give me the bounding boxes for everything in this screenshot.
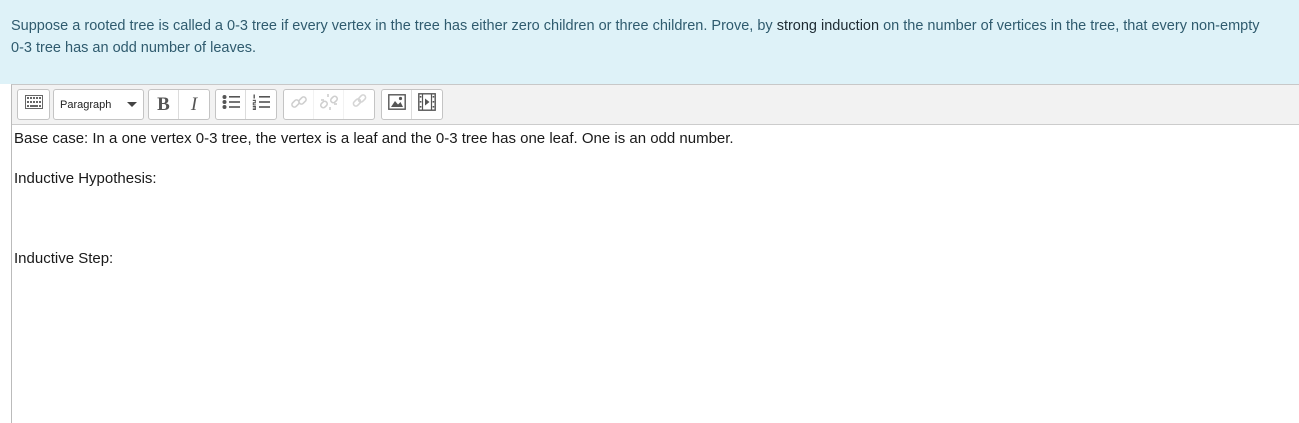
media-icon [418,93,436,116]
bullet-list-icon [222,94,240,115]
inductive-hypothesis-text: Inductive Hypothesis: [14,170,157,187]
link-button[interactable] [284,90,314,119]
insert-media-button[interactable] [412,90,442,119]
paragraph-style-select[interactable]: Paragraph [54,90,143,119]
image-icon [387,94,406,115]
toolbar-group-toggle [17,89,50,120]
toolbar-toggle-button[interactable] [18,90,49,119]
toolbar-group-links [283,89,375,120]
toolbar-group-lists [215,89,277,120]
paragraph-style-label: Paragraph [60,98,112,111]
numbered-list-button[interactable] [246,90,276,119]
anchor-button[interactable] [344,90,374,119]
numbered-list-icon [252,94,270,115]
unlink-icon [319,93,338,116]
bullet-list-button[interactable] [216,90,246,119]
unlink-button[interactable] [314,90,344,119]
link-icon [290,93,308,116]
insert-image-button[interactable] [382,90,412,119]
editor-content[interactable]: Base case: In a one vertex 0-3 tree, the… [14,130,1299,423]
question-text-part-1: Suppose a rooted tree is called a 0-3 tr… [11,18,773,34]
question-text: Suppose a rooted tree is called a 0-3 tr… [0,0,1299,84]
question-strong-induction: strong induction [776,18,880,34]
anchor-icon [350,93,368,116]
bold-button[interactable]: B [149,90,179,119]
italic-icon: I [190,93,198,115]
answer-editor[interactable]: Paragraph B I Base case: In a one vertex… [11,84,1299,423]
italic-button[interactable]: I [179,90,209,119]
editor-toolbar: Paragraph B I [12,85,1299,125]
toolbar-toggle-icon [24,95,43,114]
toolbar-group-format: B I [148,89,210,120]
inductive-step-text: Inductive Step: [14,250,114,267]
chevron-down-icon [127,102,137,107]
toolbar-group-style: Paragraph [53,89,144,120]
toolbar-group-media [381,89,443,120]
base-case-text: Base case: In a one vertex 0-3 tree, the… [14,130,734,147]
bold-icon: B [157,93,170,115]
